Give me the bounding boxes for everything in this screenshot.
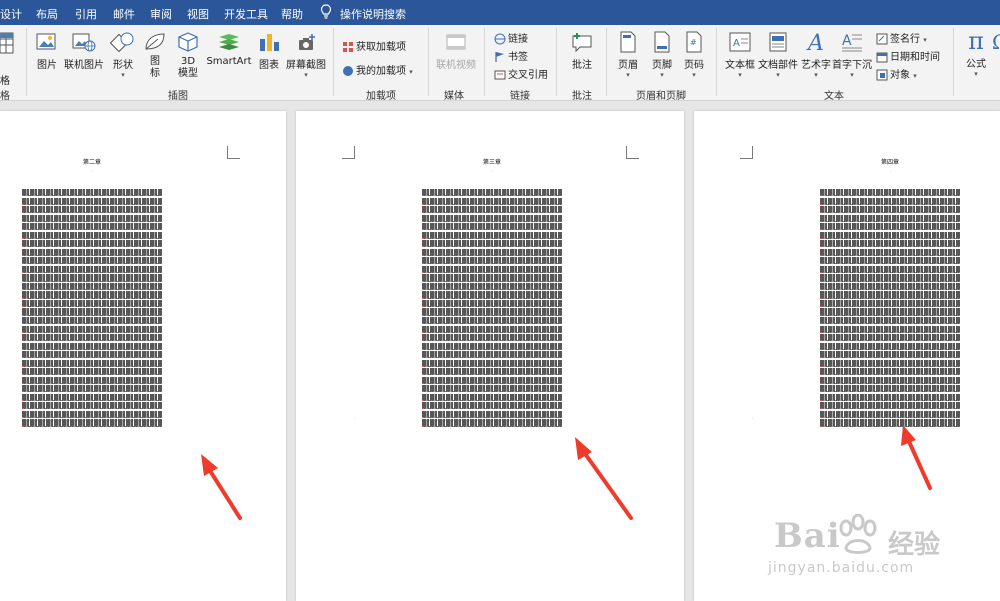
watermark-url: jingyan.baidu.com xyxy=(768,560,915,576)
baidu-watermark: Bai 经验 jingyan.baidu.com xyxy=(760,512,1000,597)
paw-logo-icon xyxy=(839,514,877,554)
red-arrow-icon xyxy=(901,425,932,490)
red-arrow-icon xyxy=(201,454,242,520)
red-arrow-icon xyxy=(575,437,633,520)
annotation-arrows xyxy=(201,425,932,520)
watermark-brand: Bai xyxy=(774,516,841,556)
watermark-cn: 经验 xyxy=(888,530,941,560)
